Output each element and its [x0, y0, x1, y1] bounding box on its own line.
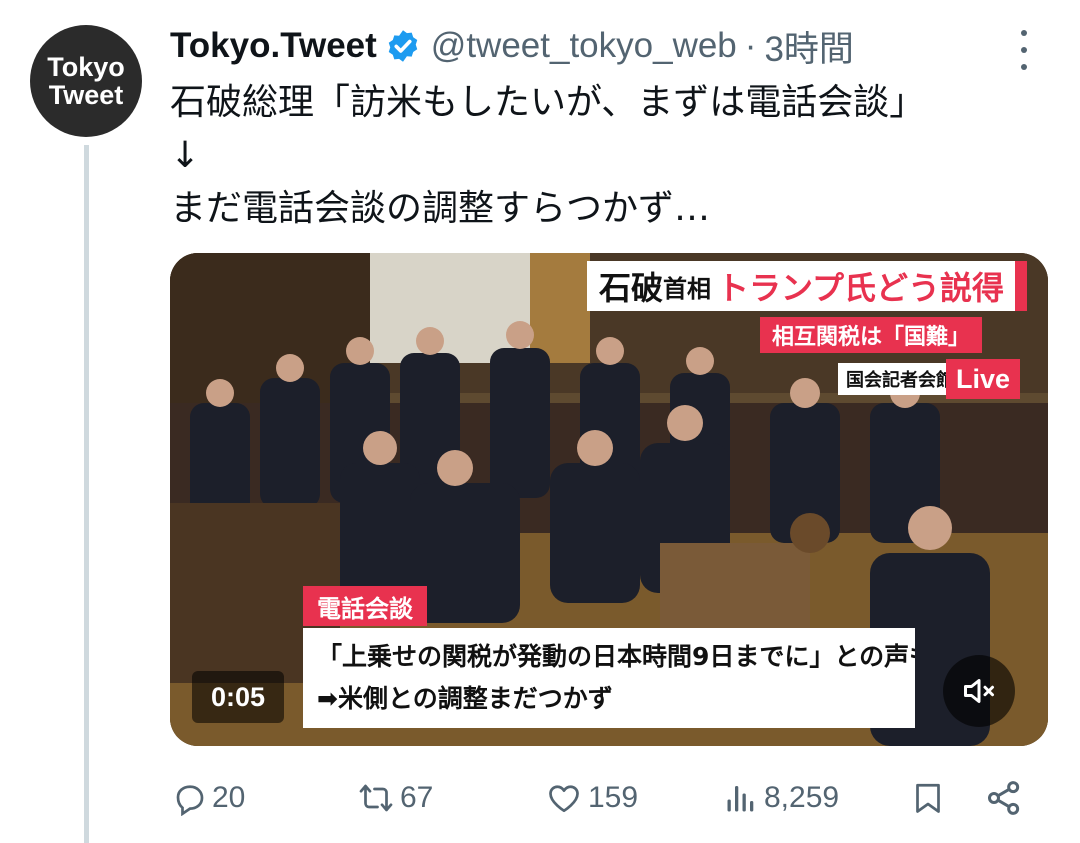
views-button[interactable]: 8,259 [722, 770, 839, 826]
thread-line [84, 145, 89, 843]
bookmark-button[interactable] [910, 770, 950, 826]
retweet-count: 67 [400, 781, 434, 814]
share-button[interactable] [984, 770, 1028, 826]
lower-third-tag: 電話会談 [303, 586, 427, 626]
avatar-text-line1: Tokyo [47, 52, 125, 82]
verified-icon [388, 30, 418, 62]
reply-count: 20 [212, 781, 246, 814]
video-timestamp: 0:05 [192, 671, 284, 723]
views-count: 8,259 [764, 781, 840, 814]
tweet-text: 石破総理「訪米もしたいが、まずは電話会談」 ↓ まだ電話会談の調整すらつかず… [170, 76, 925, 235]
headline-topic: トランプ氏どう説得 [717, 269, 1005, 307]
like-count: 159 [588, 781, 639, 814]
retweet-button[interactable]: 67 [356, 770, 433, 826]
lower-third-line-1: 「上乗せの関税が発動の日本時間9日までに」との声も [317, 642, 915, 671]
reply-button[interactable]: 20 [172, 770, 245, 826]
avatar[interactable]: Tokyo Tweet [30, 25, 142, 137]
header-separator: · [744, 26, 757, 65]
headline-title: 首相 [663, 274, 712, 303]
lower-third-line-2: ➡米側との調整まだつかず [317, 684, 613, 713]
share-icon [987, 781, 1020, 815]
video-subheadline: 相互関税は「国難」 [760, 317, 983, 353]
mute-button[interactable] [943, 655, 1015, 727]
mute-icon [964, 679, 994, 703]
live-badge: Live [946, 359, 1021, 399]
bookmark-icon [916, 783, 940, 813]
headline-name: 石破 [599, 269, 664, 307]
reply-icon [176, 785, 204, 816]
tweet-line-2: ↓ [170, 135, 201, 176]
lower-third-caption: 「上乗せの関税が発動の日本時間9日までに」との声も ➡米側との調整まだつかず [303, 628, 915, 728]
like-icon [549, 785, 579, 813]
venue-label: 国会記者会館 [838, 363, 962, 395]
retweet-icon [359, 784, 393, 812]
tweet-header: Tokyo.Tweet @tweet_tokyo_web · 3時間 [170, 24, 854, 69]
like-button[interactable]: 159 [544, 770, 638, 826]
display-name[interactable]: Tokyo.Tweet [170, 26, 377, 66]
more-icon[interactable] [1018, 30, 1030, 70]
action-bar: 20 67 159 8,259 [170, 770, 1048, 826]
tweet-line-1: 石破総理「訪米もしたいが、まずは電話会談」 [170, 82, 926, 123]
views-icon [727, 786, 754, 812]
tweet-line-3: まだ電話会談の調整すらつかず… [170, 188, 711, 229]
post-time[interactable]: 3時間 [764, 21, 853, 72]
video-player[interactable]: 石破 首相 トランプ氏どう説得 相互関税は「国難」 国会記者会館 Live 電話… [170, 253, 1048, 746]
video-headline: 石破 首相 トランプ氏どう説得 [587, 261, 1027, 311]
user-handle[interactable]: @tweet_tokyo_web [431, 26, 737, 66]
avatar-text-line2: Tweet [48, 80, 124, 110]
